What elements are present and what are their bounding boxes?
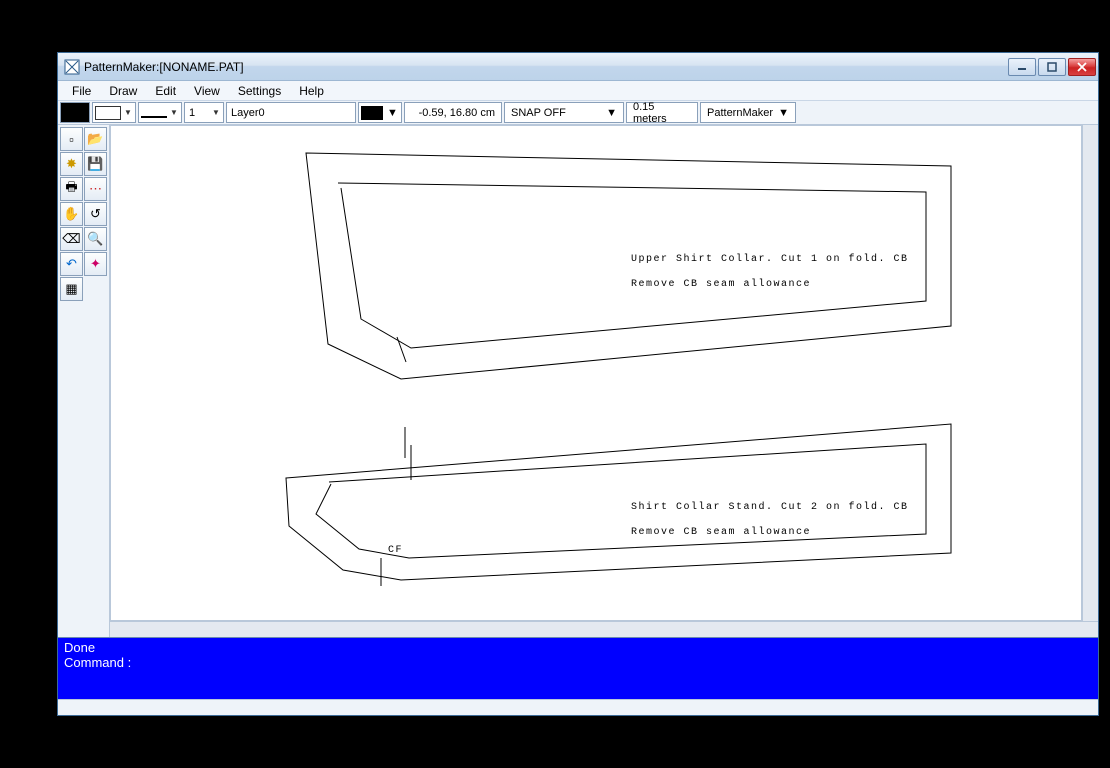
chevron-down-icon: ▼	[169, 103, 179, 122]
zoom-icon[interactable]: 🔍	[84, 227, 107, 251]
horizontal-scrollbar[interactable]	[110, 621, 1098, 637]
window-title: PatternMaker:[NONAME.PAT]	[84, 60, 1008, 74]
layer-color-swatch	[361, 106, 383, 120]
label-cf: CF	[388, 545, 403, 556]
label-collar-stand-title: Shirt Collar Stand. Cut 2 on fold. CB	[631, 502, 909, 513]
menubar: File Draw Edit View Settings Help	[58, 81, 1098, 101]
units-readout: 0.15 meters	[626, 102, 698, 123]
app-icon	[64, 59, 80, 75]
tool-palette: ▫📂✸💾🖶⋯✋↺⌫🔍↶✦▦	[58, 125, 110, 637]
chevron-down-icon: ▼	[778, 107, 789, 119]
units-value: 0.15 meters	[633, 101, 691, 125]
open-icon[interactable]: 📂	[84, 127, 107, 151]
print-icon[interactable]: 🖶	[60, 177, 83, 201]
fill-dropdown[interactable]: ▼	[92, 102, 136, 123]
console-line-prompt: Command :	[64, 655, 1092, 670]
coordinate-value: -0.59, 16.80 cm	[419, 107, 495, 119]
chevron-down-icon: ▼	[123, 103, 133, 122]
grid-icon[interactable]: ⋯	[84, 177, 107, 201]
new-icon[interactable]: ▫	[60, 127, 83, 151]
snap-value: SNAP OFF	[511, 107, 566, 119]
undo-icon[interactable]: ↶	[60, 252, 83, 276]
calc-icon[interactable]: ▦	[60, 277, 83, 301]
workspace: ▫📂✸💾🖶⋯✋↺⌫🔍↶✦▦	[58, 125, 1098, 637]
close-button[interactable]	[1068, 58, 1096, 76]
menu-file[interactable]: File	[64, 82, 99, 100]
minimize-button[interactable]	[1008, 58, 1036, 76]
linestyle-dropdown[interactable]: ▼	[138, 102, 182, 123]
vertical-scrollbar[interactable]	[1082, 125, 1098, 621]
chevron-down-icon: ▼	[211, 103, 221, 122]
pattern-drawing	[111, 126, 1082, 621]
app-window: PatternMaker:[NONAME.PAT] File Draw Edit…	[57, 52, 1099, 716]
snap-dropdown[interactable]: SNAP OFF ▼	[504, 102, 624, 123]
menu-settings[interactable]: Settings	[230, 82, 289, 100]
pan-icon[interactable]: ✋	[60, 202, 83, 226]
label-upper-collar-note: Remove CB seam allowance	[631, 279, 811, 290]
menu-draw[interactable]: Draw	[101, 82, 145, 100]
window-controls	[1008, 58, 1096, 76]
save-icon[interactable]: 💾	[84, 152, 107, 176]
run-icon[interactable]: ✸	[60, 152, 83, 176]
lineweight-dropdown[interactable]: 1 ▼	[184, 102, 224, 123]
label-collar-stand-note: Remove CB seam allowance	[631, 527, 811, 538]
chevron-down-icon: ▼	[606, 107, 617, 119]
drawing-canvas[interactable]: Upper Shirt Collar. Cut 1 on fold. CB Re…	[110, 125, 1082, 621]
titlebar: PatternMaker:[NONAME.PAT]	[58, 53, 1098, 81]
layer-name-field[interactable]: Layer0	[226, 102, 356, 123]
lineweight-value: 1	[187, 107, 209, 119]
options-bar: ▼ ▼ 1 ▼ Layer0 ▼ -0.59, 16.80 cm SNAP OF…	[58, 101, 1098, 125]
label-upper-collar-title: Upper Shirt Collar. Cut 1 on fold. CB	[631, 254, 909, 265]
statusbar	[58, 699, 1098, 715]
chevron-down-icon: ▼	[387, 107, 398, 119]
console-line-done: Done	[64, 640, 1092, 655]
mode-dropdown[interactable]: PatternMaker ▼	[700, 102, 796, 123]
menu-edit[interactable]: Edit	[147, 82, 184, 100]
erase-icon[interactable]: ⌫	[60, 227, 83, 251]
command-console[interactable]: Done Command :	[58, 637, 1098, 699]
canvas-container: Upper Shirt Collar. Cut 1 on fold. CB Re…	[110, 125, 1098, 637]
color-swatch-black[interactable]	[60, 102, 90, 123]
explode-icon[interactable]: ✦	[84, 252, 107, 276]
reload-icon[interactable]: ↺	[84, 202, 107, 226]
mode-value: PatternMaker	[707, 107, 773, 119]
coordinate-readout: -0.59, 16.80 cm	[404, 102, 502, 123]
layer-color-dropdown[interactable]: ▼	[358, 102, 402, 123]
maximize-button[interactable]	[1038, 58, 1066, 76]
layer-name-value: Layer0	[231, 107, 265, 119]
menu-help[interactable]: Help	[291, 82, 332, 100]
menu-view[interactable]: View	[186, 82, 228, 100]
